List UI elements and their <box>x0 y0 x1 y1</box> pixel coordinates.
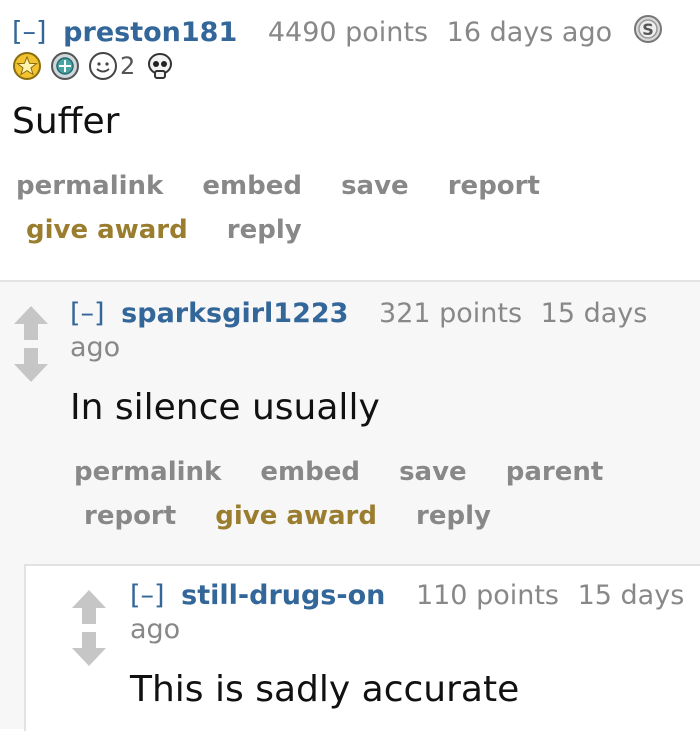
parent-link[interactable]: parent <box>506 457 604 487</box>
collapse-toggle[interactable]: [–] <box>12 17 47 48</box>
comment-actions: permalink embed save report <box>16 164 570 208</box>
report-link[interactable]: report <box>448 171 540 201</box>
comment-tagline: [–] sparksgirl1223 321 points 15 days <box>70 298 647 330</box>
timestamp: 16 days ago <box>446 16 613 48</box>
embed-link[interactable]: embed <box>202 171 302 201</box>
upvote-arrow-icon[interactable] <box>72 590 106 624</box>
score: 4490 points <box>267 16 429 48</box>
timestamp-continued: ago <box>70 332 121 363</box>
save-link[interactable]: save <box>341 171 409 201</box>
award-count: 2 <box>120 52 136 80</box>
comment-tagline: [–] still-drugs-on 110 points 15 days <box>130 580 684 612</box>
collapse-toggle[interactable]: [–] <box>70 298 105 329</box>
downvote-arrow-icon[interactable] <box>14 348 48 382</box>
skull-award-icon[interactable] <box>145 51 175 81</box>
give-award-link[interactable]: give award <box>215 501 377 531</box>
score: 110 points <box>415 580 559 611</box>
author-link[interactable]: sparksgirl1223 <box>121 298 348 329</box>
comment-tagline: [–] preston181 4490 points 16 days ago S <box>12 14 663 52</box>
permalink-link[interactable]: permalink <box>16 171 163 201</box>
wholesome-award-icon[interactable] <box>88 51 118 81</box>
author-link[interactable]: still-drugs-on <box>181 580 385 611</box>
timestamp: 15 days <box>577 580 685 611</box>
comment-thread: [–] preston181 4490 points 16 days ago S <box>0 0 700 731</box>
gold-star-award-icon[interactable] <box>12 51 42 81</box>
svg-text:S: S <box>642 20 654 39</box>
comment-sparksgirl1223: [–] sparksgirl1223 321 points 15 days ag… <box>0 280 700 731</box>
comment-actions: permalink embed save parent <box>74 450 633 494</box>
upvote-arrow-icon[interactable] <box>14 306 48 340</box>
comment-body: In silence usually <box>70 387 380 428</box>
timestamp-continued: ago <box>130 614 181 645</box>
give-award-link[interactable]: give award <box>26 215 188 245</box>
save-link[interactable]: save <box>399 457 467 487</box>
comment-actions-row2: give award reply <box>26 208 332 252</box>
downvote-arrow-icon[interactable] <box>72 632 106 666</box>
comment-body: This is sadly accurate <box>130 669 520 710</box>
embed-link[interactable]: embed <box>260 457 360 487</box>
timestamp: 15 days <box>540 298 648 329</box>
helpful-award-icon[interactable] <box>50 51 80 81</box>
comment-body: Suffer <box>12 101 120 142</box>
awards-row: 2 <box>12 48 183 84</box>
comment-still-drugs-on: [–] still-drugs-on 110 points 15 days ag… <box>24 564 700 731</box>
collapse-toggle[interactable]: [–] <box>130 580 165 611</box>
author-link[interactable]: preston181 <box>63 17 237 48</box>
silver-award-icon[interactable]: S <box>633 14 663 52</box>
vote-arrows <box>12 304 50 384</box>
comment-preston181: [–] preston181 4490 points 16 days ago S <box>0 0 700 280</box>
permalink-link[interactable]: permalink <box>74 457 221 487</box>
report-link[interactable]: report <box>84 501 176 531</box>
reply-link[interactable]: reply <box>227 215 302 245</box>
score: 321 points <box>379 298 523 329</box>
comment-actions-row2: report give award reply <box>84 494 521 538</box>
reply-link[interactable]: reply <box>416 501 491 531</box>
vote-arrows <box>70 588 108 668</box>
